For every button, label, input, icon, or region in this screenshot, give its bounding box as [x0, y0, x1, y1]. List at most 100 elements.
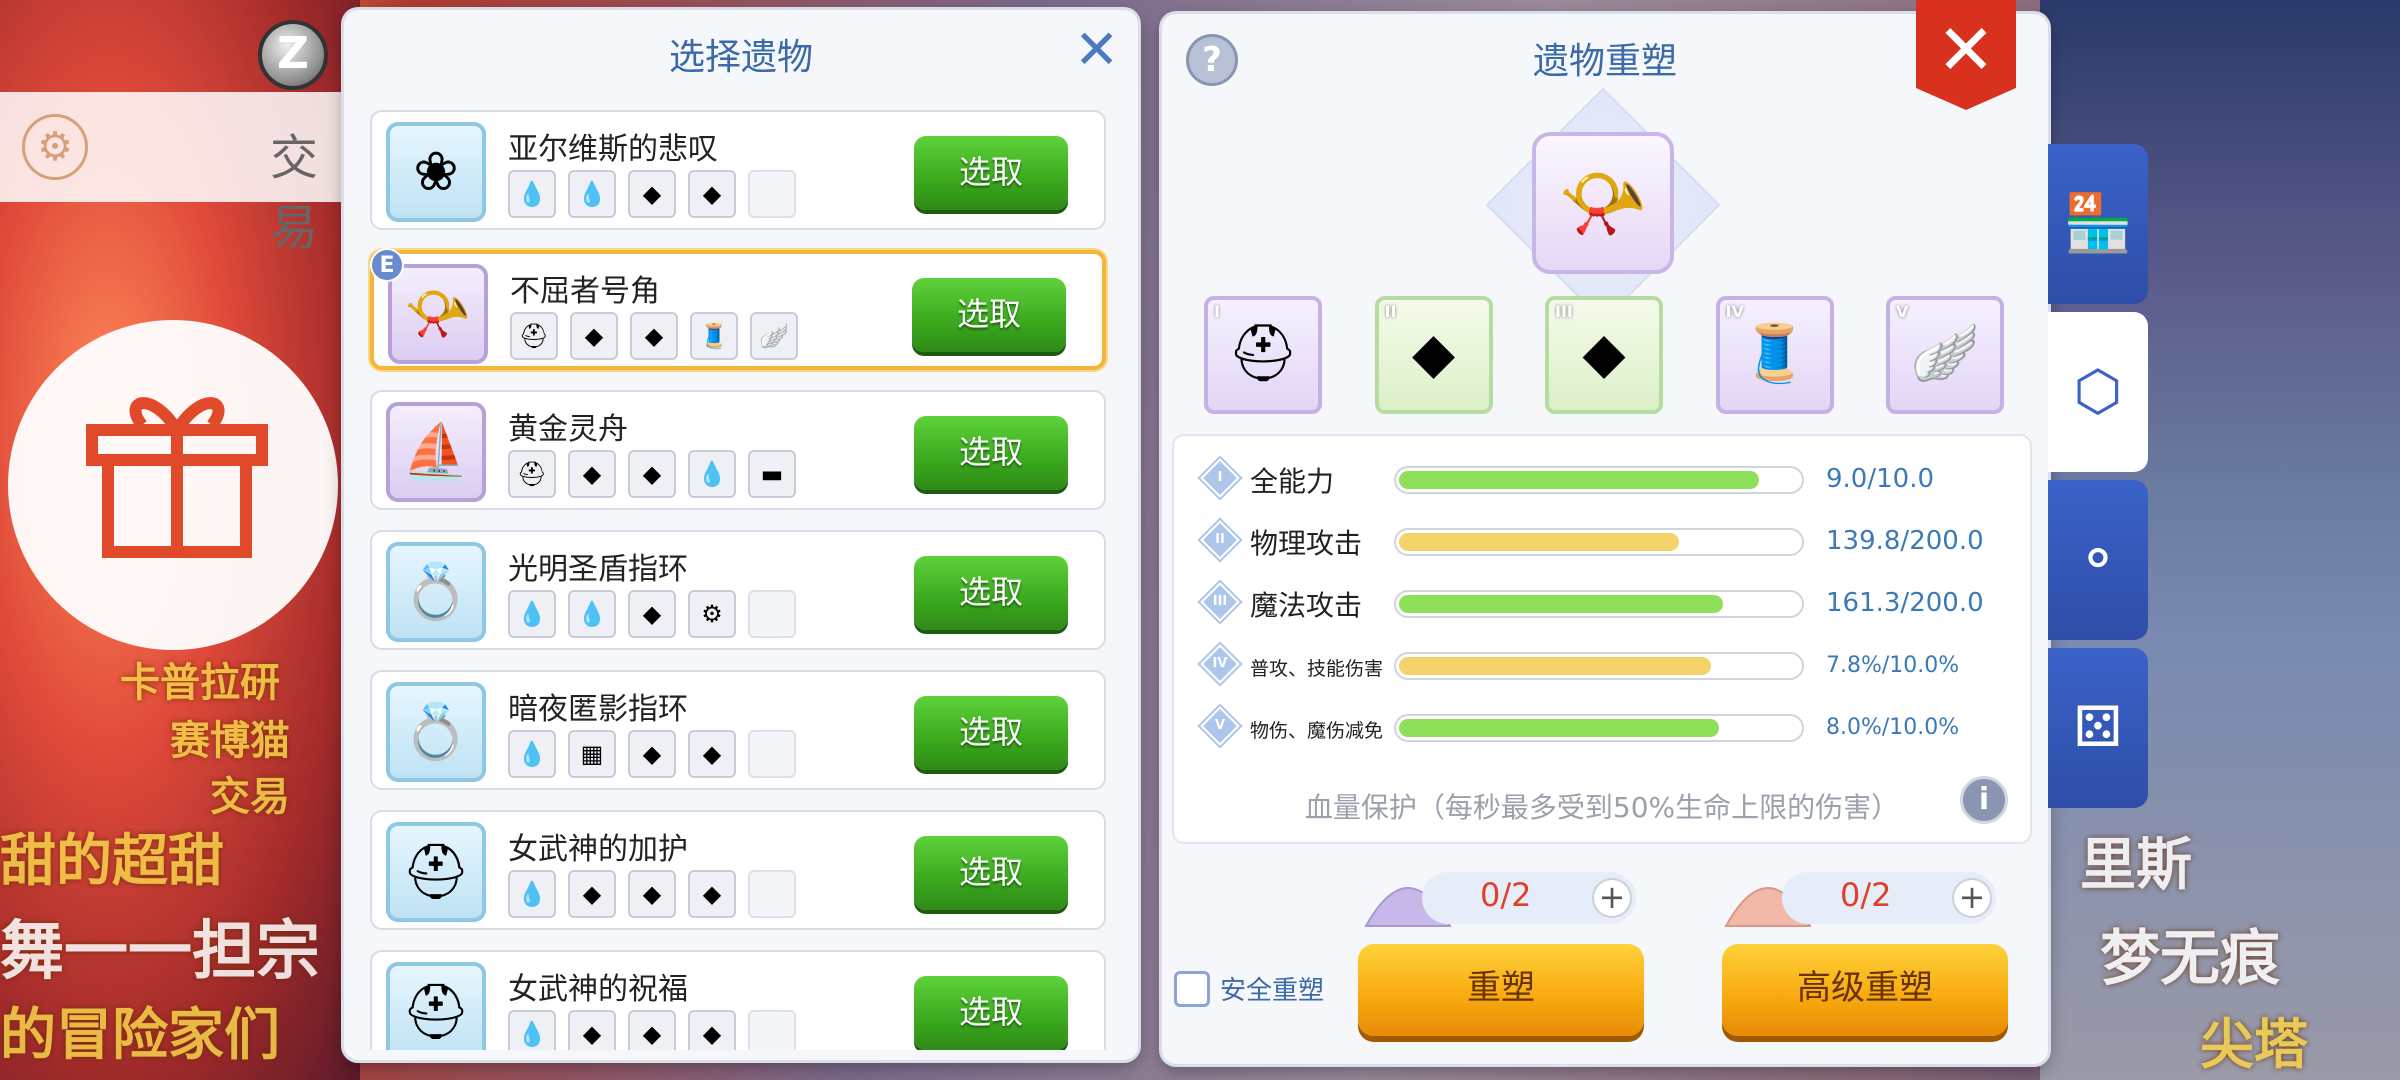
stat-numeral: III — [1212, 594, 1228, 609]
relic-card[interactable]: ⛑ 女武神的祝福 💧 ◆ ◆ ◆ 选取 — [370, 950, 1106, 1050]
stat-numeral: V — [1214, 718, 1226, 733]
close-icon[interactable]: ✕ — [1916, 0, 2016, 110]
material-icon: ◆ — [568, 870, 616, 918]
stat-progress-fill — [1399, 719, 1719, 737]
gift-icon[interactable] — [82, 380, 272, 560]
material-icon: 💧 — [508, 1010, 556, 1050]
wings-icon[interactable]: 🪽 V — [1886, 296, 2004, 414]
material-icon: ◆ — [628, 450, 676, 498]
material-icon: ◆ — [630, 312, 678, 360]
stat-row: I 全能力 9.0/10.0 — [1194, 454, 2014, 504]
stat-progress-fill — [1399, 471, 1759, 489]
material-icon: ◆ — [568, 1010, 616, 1050]
add-resource-button[interactable]: + — [1952, 878, 1992, 918]
pick-button[interactable]: 选取 — [914, 416, 1068, 490]
pick-button[interactable]: 选取 — [914, 696, 1068, 770]
relic-card[interactable]: ❀ 亚尔维斯的悲叹 💧 💧 ◆ ◆ 选取 — [370, 110, 1106, 230]
material-icon: 💧 — [508, 590, 556, 638]
material-row: 💧 ◆ ◆ ◆ — [508, 1010, 796, 1050]
horned-helmet-icon[interactable]: ⛑ I — [1204, 296, 1322, 414]
hexagon-cluster-icon[interactable]: ⬡ — [2048, 312, 2148, 472]
relic-card[interactable]: ⛵ 黄金灵舟 ⛑ ◆ ◆ 💧 ▬ 选取 — [370, 390, 1106, 510]
material-icon: 💧 — [508, 170, 556, 218]
material-icon: ◆ — [628, 870, 676, 918]
material-icon: ⛑ — [508, 450, 556, 498]
pick-button[interactable]: 选取 — [914, 136, 1068, 210]
advanced-reforge-button[interactable]: 高级重塑 — [1722, 944, 2008, 1036]
material-slots: ⛑ I ◆ II ◆ III 🧵 IV 🪽 V — [1204, 296, 2004, 414]
resource-count: 0/2 — [1840, 876, 1892, 914]
bg-chat-text: 里斯 — [2080, 833, 2192, 898]
close-icon[interactable]: ✕ — [1074, 23, 1119, 77]
material-icon: 💧 — [688, 450, 736, 498]
stat-name: 物理攻击 — [1250, 527, 1363, 560]
stat-numeral-icon: IV — [1200, 644, 1240, 684]
relic-card[interactable]: ⛑ 女武神的加护 💧 ◆ ◆ ◆ 选取 — [370, 810, 1106, 930]
panel-title: 选择遗物 — [668, 37, 813, 78]
bg-chat-text: 舞一一担宗 — [0, 915, 320, 989]
relic-card[interactable]: 💍 暗夜匿影指环 💧 ▦ ◆ ◆ 选取 — [370, 670, 1106, 790]
stat-progress-bar — [1394, 466, 1804, 494]
stat-numeral: I — [1217, 470, 1223, 485]
stats-box: 血量保护（每秒最多受到50%生命上限的伤害） i I 全能力 9.0/10.0 II 物… — [1172, 434, 2032, 844]
ring-icon: 💍 — [386, 542, 486, 642]
bg-chat-text: 赛博猫 — [170, 718, 290, 764]
slot-numeral: II — [1384, 302, 1397, 321]
material-icon: ◆ — [628, 590, 676, 638]
material-icon: ◆ — [628, 1010, 676, 1050]
stat-progress-fill — [1399, 657, 1711, 675]
empty-material-slot — [748, 870, 796, 918]
safe-reforge-checkbox[interactable] — [1174, 970, 1210, 1007]
bg-chat-text: 的冒险家们 — [0, 1003, 280, 1068]
pick-button[interactable]: 选取 — [914, 976, 1068, 1050]
material-icon: 🪽 — [750, 312, 798, 360]
relic-name: 女武神的祝福 — [508, 972, 688, 1007]
side-tab-bar: 🏪 ⬡ ⚬ ⚄ — [2048, 144, 2148, 816]
bg-chat-text: 交易 — [210, 774, 290, 820]
relic-name: 暗夜匿影指环 — [508, 692, 688, 727]
material-icon: 🧵 — [690, 312, 738, 360]
pick-button[interactable]: 选取 — [914, 836, 1068, 910]
info-icon[interactable]: i — [1960, 776, 2008, 824]
resource-counter: 0/2 + — [1362, 866, 1638, 928]
crystal-icon[interactable]: ◆ II — [1374, 296, 1493, 414]
pick-button[interactable]: 选取 — [912, 278, 1066, 352]
relic-reforge-panel: ? 遗物重塑 ✕ 📯 ⛑ I ◆ II ◆ III 🧵 IV 🪽 V 血量保护（每秒最多受到50%… — [1162, 0, 2048, 1064]
relic-list[interactable]: ❀ 亚尔维斯的悲叹 💧 💧 ◆ ◆ 选取 📯 E 不屈者号角 ⛑ ◆ ◆ 🧵 🪽 选取 ⛵ 黄金灵舟 ⛑ ◆ ◆ 💧 ▬ 选取… — [366, 110, 1116, 1050]
hp-protection-text: 血量保护（每秒最多受到50%生命上限的伤害） — [1304, 791, 1900, 824]
bg-chat-text: 甜的超甜 — [0, 829, 224, 894]
empty-material-slot — [748, 730, 796, 778]
thread-spool-icon[interactable]: 🧵 IV — [1715, 296, 1834, 414]
helmet-icon: ⛑ — [386, 962, 486, 1050]
relic-card[interactable]: 📯 E 不屈者号角 ⛑ ◆ ◆ 🧵 🪽 选取 — [370, 248, 1106, 370]
safe-reforge-toggle[interactable]: 安全重塑 — [1174, 970, 1324, 1007]
material-row: ⛑ ◆ ◆ 🧵 🪽 — [510, 312, 798, 360]
reforge-button[interactable]: 重塑 — [1358, 944, 1644, 1036]
material-icon: ◆ — [628, 730, 676, 778]
stat-name: 魔法攻击 — [1250, 589, 1363, 622]
dice-icon[interactable]: ⚄ — [2048, 648, 2148, 808]
material-row: 💧 ▦ ◆ ◆ — [508, 730, 796, 778]
relic-name: 黄金灵舟 — [508, 412, 628, 447]
ore-icon[interactable]: ◆ III — [1545, 296, 1663, 414]
stat-numeral-icon: V — [1200, 706, 1240, 746]
nodes-icon[interactable]: ⚬ — [2048, 480, 2148, 640]
slot-numeral: IV — [1725, 302, 1744, 321]
stat-name: 物伤、魔伤减免 — [1250, 720, 1384, 742]
ring-icon: 💍 — [386, 682, 486, 782]
z-badge-icon[interactable]: Z — [258, 20, 328, 90]
relic-name: 不屈者号角 — [510, 274, 660, 309]
add-resource-button[interactable]: + — [1592, 878, 1632, 918]
horn-icon: 📯 — [1532, 132, 1674, 274]
material-icon: 💧 — [568, 170, 616, 218]
shop-icon[interactable]: 🏪 — [2048, 144, 2148, 304]
panel-title: 遗物重塑 — [1532, 41, 1677, 82]
cloud-wreath-icon: ❀ — [386, 122, 486, 222]
safe-reforge-label: 安全重塑 — [1220, 976, 1325, 1006]
trade-bar[interactable]: ⚙ 交易 — [0, 92, 360, 256]
relic-card[interactable]: 💍 光明圣盾指环 💧 💧 ◆ ⚙ 选取 — [370, 530, 1106, 650]
stat-value: 139.8/200.0 — [1826, 526, 1984, 556]
material-icon: 💧 — [508, 870, 556, 918]
stat-name: 普攻、技能伤害 — [1250, 658, 1384, 680]
pick-button[interactable]: 选取 — [914, 556, 1068, 630]
